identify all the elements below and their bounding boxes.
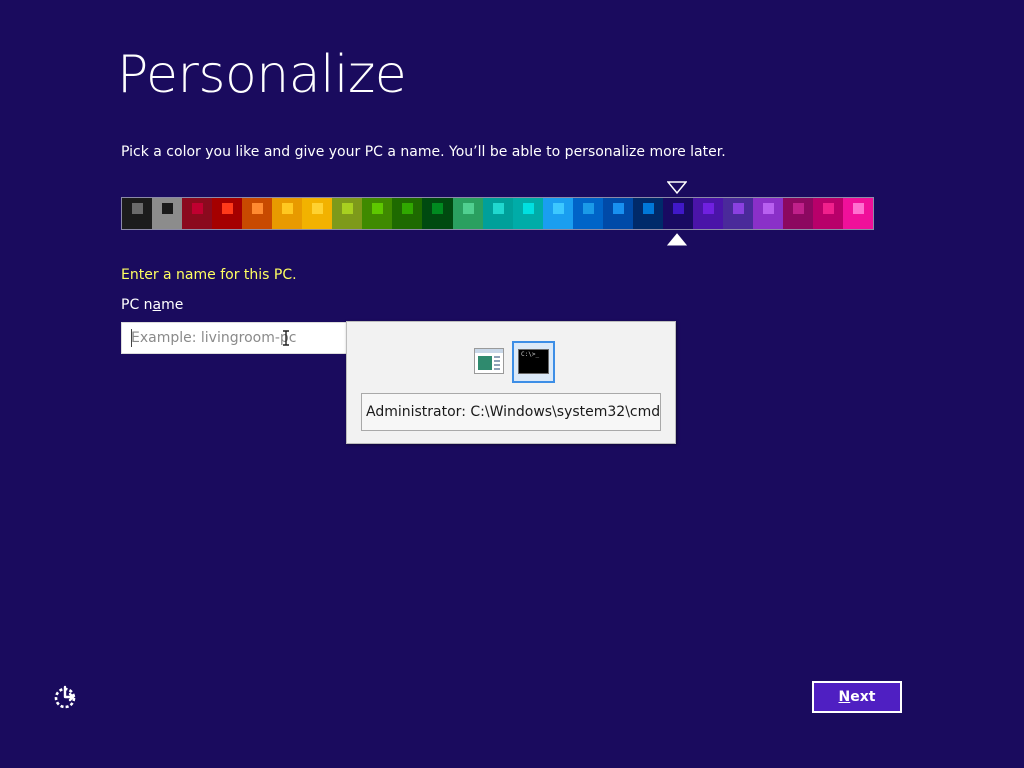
color-swatch[interactable]: [843, 198, 874, 229]
setup-window-lines: [494, 356, 500, 370]
color-swatch[interactable]: [422, 198, 453, 229]
app-switcher: C:\>_ Administrator: C:\Windows\system32…: [346, 321, 676, 444]
page-title: Personalize: [117, 45, 407, 105]
next-button[interactable]: Next: [812, 681, 902, 713]
color-swatch[interactable]: [783, 198, 814, 229]
color-swatch-accent: [853, 203, 865, 214]
color-swatch[interactable]: [272, 198, 303, 229]
color-swatch[interactable]: [692, 198, 723, 229]
color-swatch[interactable]: [722, 198, 753, 229]
page-subtitle: Pick a color you like and give your PC a…: [121, 144, 726, 160]
color-swatch[interactable]: [632, 198, 663, 229]
color-swatch[interactable]: [542, 198, 573, 229]
color-swatch-accent: [612, 203, 624, 214]
color-strip: [121, 197, 874, 230]
color-picker: [121, 197, 874, 230]
selected-window-frame[interactable]: C:\>_: [512, 341, 555, 383]
next-label-rest: ext: [850, 689, 876, 705]
color-swatch[interactable]: [362, 198, 393, 229]
color-swatch-accent: [702, 203, 714, 214]
color-swatch-accent: [252, 203, 264, 214]
color-swatch[interactable]: [452, 198, 483, 229]
pc-name-input[interactable]: [121, 322, 361, 354]
color-swatch[interactable]: [152, 198, 183, 229]
command-prompt-thumb-text: C:\>_: [521, 351, 540, 358]
color-swatch-accent: [312, 203, 324, 214]
color-swatch-accent: [162, 203, 174, 214]
pc-name-label: PC name: [121, 297, 183, 313]
color-swatch[interactable]: [392, 198, 423, 229]
color-swatch[interactable]: [752, 198, 784, 229]
color-swatch[interactable]: [512, 198, 543, 229]
color-swatch-accent: [222, 203, 234, 214]
selected-window-caption: Administrator: C:\Windows\system32\cmd..…: [361, 393, 661, 431]
color-swatch-accent: [342, 203, 354, 214]
color-swatch-accent: [582, 203, 594, 214]
color-swatch[interactable]: [572, 198, 603, 229]
color-swatch[interactable]: [212, 198, 243, 229]
color-swatch-accent: [432, 203, 444, 214]
color-swatch-accent: [823, 203, 835, 214]
color-swatch-accent: [282, 203, 294, 214]
color-swatch-accent: [732, 203, 744, 214]
color-swatch[interactable]: [602, 198, 633, 229]
color-swatch-accent: [372, 203, 384, 214]
color-swatch[interactable]: [242, 198, 273, 229]
color-swatch[interactable]: [122, 198, 153, 229]
selected-color-top-marker: [667, 181, 687, 195]
color-swatch-accent: [552, 203, 564, 214]
setup-window-icon[interactable]: [474, 348, 504, 374]
color-swatch[interactable]: [182, 198, 213, 229]
text-caret: [131, 329, 132, 347]
color-swatch-accent: [672, 203, 684, 214]
ibeam-cursor-icon: [283, 330, 289, 346]
color-swatch-accent: [492, 203, 504, 214]
color-swatch-accent: [192, 203, 204, 214]
selected-color-bottom-marker: [667, 233, 687, 246]
color-swatch-accent: [462, 203, 474, 214]
next-access-key: N: [838, 689, 851, 705]
color-swatch[interactable]: [813, 198, 844, 229]
name-prompt: Enter a name for this PC.: [121, 267, 297, 283]
color-swatch[interactable]: [302, 198, 333, 229]
personalize-page: Personalize Pick a color you like and gi…: [0, 0, 1024, 768]
pc-name-access-key: a: [152, 297, 162, 313]
command-prompt-icon: C:\>_: [518, 349, 549, 374]
color-swatch-accent: [642, 203, 654, 214]
setup-window-titlebar: [475, 349, 503, 353]
color-swatch[interactable]: [332, 198, 363, 229]
color-swatch[interactable]: [662, 198, 693, 229]
color-swatch-accent: [793, 203, 805, 214]
color-swatch-accent: [522, 203, 534, 214]
setup-window-pane: [478, 356, 492, 370]
pc-name-label-text: PC name: [121, 297, 184, 313]
color-swatch[interactable]: [482, 198, 513, 229]
color-swatch-accent: [763, 203, 774, 214]
ease-of-access-icon[interactable]: [52, 684, 80, 712]
color-swatch-accent: [402, 203, 414, 214]
color-swatch-accent: [132, 203, 144, 214]
